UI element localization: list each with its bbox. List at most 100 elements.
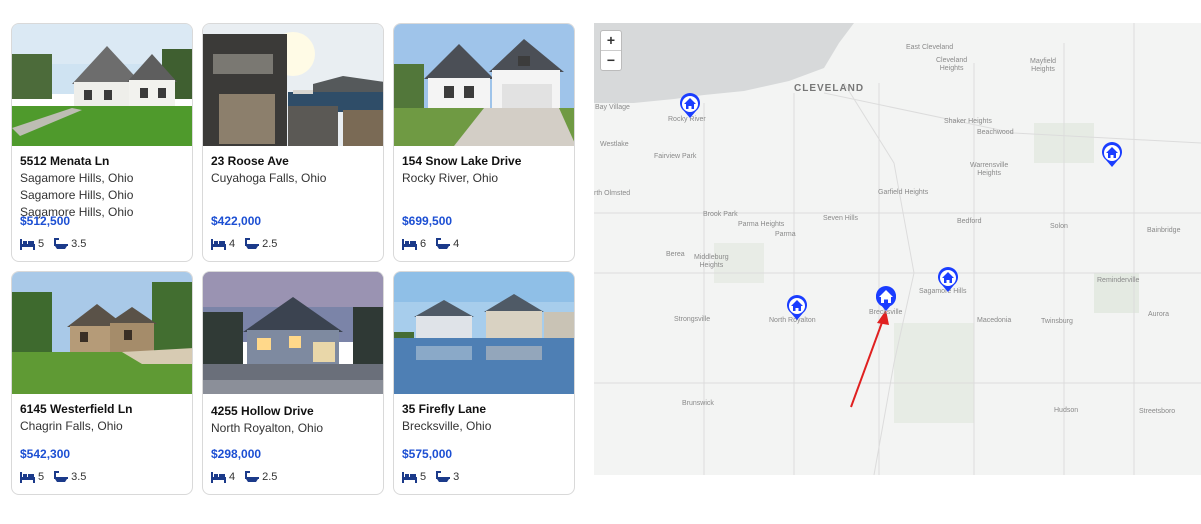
bed-count: 5 <box>420 471 427 483</box>
bed-icon <box>20 471 35 483</box>
listing-price: $422,000 <box>211 214 262 228</box>
listing-address: 23 Roose Ave <box>211 154 289 168</box>
listing-pin[interactable] <box>786 295 808 321</box>
bed-icon <box>211 471 226 483</box>
bed-icon <box>211 238 226 250</box>
listing-grid: 5512 Menata Ln Sagamore Hills, Ohio Saga… <box>11 23 575 495</box>
bed-count: 4 <box>229 471 236 483</box>
house-pin-icon <box>876 286 896 311</box>
bed-icon <box>402 238 417 250</box>
map-label-cleveland: CLEVELAND <box>794 83 865 94</box>
listing-price: $542,300 <box>20 447 71 461</box>
listing-card[interactable]: 5512 Menata Ln Sagamore Hills, Ohio Saga… <box>11 23 193 262</box>
listing-features: 5 3 <box>402 471 465 483</box>
listing-address: 6145 Westerfield Ln <box>20 402 133 416</box>
bath-icon <box>54 471 69 483</box>
bath-count: 2.5 <box>262 238 278 250</box>
bed-count: 4 <box>229 238 236 250</box>
listing-photo[interactable] <box>394 24 574 146</box>
map-label: rth Olmsted <box>594 190 631 197</box>
map-label: Bay Village <box>595 104 630 111</box>
map-label: Brook Park <box>703 211 738 218</box>
listing-price: $512,500 <box>20 214 71 228</box>
bath-icon <box>436 471 451 483</box>
zoom-out-button[interactable]: − <box>601 50 621 69</box>
listing-price: $298,000 <box>211 447 262 461</box>
map-label: Beachwood <box>977 129 1014 136</box>
listing-features: 5 3.5 <box>20 238 92 250</box>
listing-city: Chagrin Falls, Ohio <box>20 419 123 433</box>
map-label: Hudson <box>1054 407 1079 414</box>
listing-card[interactable]: 6145 Westerfield Ln Chagrin Falls, Ohio … <box>11 271 193 495</box>
listing-card[interactable]: 35 Firefly Lane Brecksville, Ohio $575,0… <box>393 271 575 495</box>
map-label: Fairview Park <box>654 153 697 160</box>
bath-count: 3.5 <box>71 471 87 483</box>
map-label: Mayfield Heights <box>1030 58 1057 73</box>
listing-card[interactable]: 4255 Hollow Drive North Royalton, Ohio $… <box>202 271 384 495</box>
map-label: Warrensville Heights <box>970 162 1009 177</box>
bath-icon <box>436 238 451 250</box>
listing-pin[interactable] <box>937 267 959 293</box>
bed-icon <box>20 238 35 250</box>
bed-icon <box>402 471 417 483</box>
bath-count: 3.5 <box>71 238 87 250</box>
map[interactable]: + − CLEVELAND East Cleveland Cleveland H… <box>594 23 1201 475</box>
map-label: Parma Heights <box>738 221 785 228</box>
map-label: Bedford <box>957 218 982 225</box>
bath-count: 3 <box>453 471 460 483</box>
map-label: Seven Hills <box>823 215 859 222</box>
bath-count: 4 <box>453 238 460 250</box>
map-label: Twinsburg <box>1041 318 1073 325</box>
map-label: Berea <box>666 251 685 258</box>
bath-icon <box>245 471 260 483</box>
map-label: Cleveland Heights <box>936 57 968 72</box>
map-label: Garfield Heights <box>878 189 929 196</box>
listing-features: 4 2.5 <box>211 471 283 483</box>
listing-features: 5 3.5 <box>20 471 92 483</box>
map-label: Reminderville <box>1097 277 1140 284</box>
map-label: Aurora <box>1148 311 1170 318</box>
zoom-control: + − <box>600 30 622 71</box>
listing-city: North Royalton, Ohio <box>211 421 324 435</box>
listing-address: 4255 Hollow Drive <box>211 404 314 418</box>
listing-city: Brecksville, Ohio <box>402 419 492 433</box>
listing-photo[interactable] <box>394 272 574 394</box>
map-label: Streetsboro <box>1139 408 1176 415</box>
listing-photo[interactable] <box>12 272 192 394</box>
listing-photo[interactable] <box>203 272 383 394</box>
listing-photo[interactable] <box>203 24 383 146</box>
bath-icon <box>54 238 69 250</box>
map-label: Macedonia <box>977 317 1012 324</box>
listing-pin[interactable] <box>1101 142 1123 168</box>
listing-address: 154 Snow Lake Drive <box>402 154 522 168</box>
map-label: Brunswick <box>682 400 714 407</box>
map-label: Bainbridge <box>1147 227 1181 234</box>
house-pin-icon <box>787 295 807 320</box>
bed-count: 5 <box>38 471 45 483</box>
listing-photo[interactable] <box>12 24 192 146</box>
listing-card[interactable]: 154 Snow Lake Drive Rocky River, Ohio $6… <box>393 23 575 262</box>
map-label: East Cleveland <box>906 44 954 51</box>
house-pin-icon <box>680 93 700 118</box>
bed-count: 5 <box>38 238 45 250</box>
zoom-in-button[interactable]: + <box>601 31 621 50</box>
listing-features: 4 2.5 <box>211 238 283 250</box>
house-pin-icon <box>1102 142 1122 167</box>
bath-icon <box>245 238 260 250</box>
listing-features: 6 4 <box>402 238 465 250</box>
listing-pin[interactable] <box>679 93 701 119</box>
listing-card[interactable]: 23 Roose Ave Cuyahoga Falls, Ohio $422,0… <box>202 23 384 262</box>
listing-pin-selected[interactable] <box>875 286 897 312</box>
listing-address: 35 Firefly Lane <box>402 402 487 416</box>
listing-address: 5512 Menata Ln <box>20 154 110 168</box>
map-label: Shaker Heights <box>944 118 992 125</box>
map-label: Middleburg Heights <box>694 254 729 269</box>
map-label: Solon <box>1050 223 1068 230</box>
listing-city: Cuyahoga Falls, Ohio <box>211 171 327 185</box>
house-pin-icon <box>938 267 958 292</box>
bed-count: 6 <box>420 238 427 250</box>
map-label: Westlake <box>600 141 629 148</box>
listing-city: Rocky River, Ohio <box>402 171 499 185</box>
listing-price: $699,500 <box>402 214 453 228</box>
bath-count: 2.5 <box>262 471 278 483</box>
